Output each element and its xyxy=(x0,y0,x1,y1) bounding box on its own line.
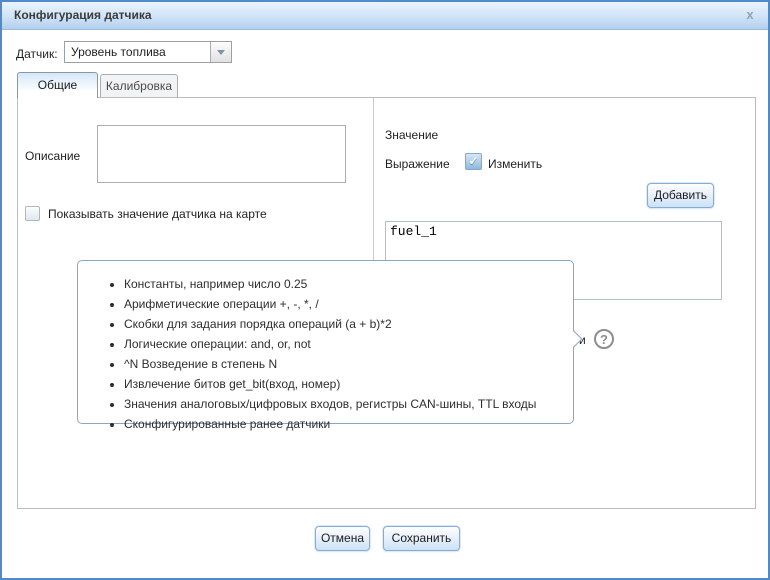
tooltip-item-list: Константы, например число 0.25 Арифметиче… xyxy=(78,261,573,444)
edit-checkbox[interactable]: ✓ xyxy=(465,153,482,170)
tooltip-item: ^N Возведение в степень N xyxy=(124,356,565,372)
save-button[interactable]: Сохранить xyxy=(383,526,460,551)
description-input[interactable] xyxy=(97,125,346,183)
tooltip-item: Сконфигурированные ранее датчики xyxy=(124,416,565,432)
chevron-down-icon xyxy=(217,50,225,55)
check-icon: ✓ xyxy=(466,154,481,169)
expression-label: Выражение xyxy=(385,157,450,171)
add-button[interactable]: Добавить xyxy=(647,183,714,208)
tab-calibration[interactable]: Калибровка xyxy=(100,74,178,98)
sensor-select-trigger[interactable] xyxy=(210,42,231,62)
help-icon[interactable]: ? xyxy=(594,329,614,349)
tooltip-item: Константы, например число 0.25 xyxy=(124,276,565,292)
tab-general[interactable]: Общие xyxy=(17,72,98,98)
sensor-config-dialog: Конфигурация датчика x Датчик: Уровень т… xyxy=(0,0,770,580)
edit-checkbox-label: Изменить xyxy=(488,157,542,171)
show-on-map-label: Показывать значение датчика на карте xyxy=(48,207,267,221)
tooltip-item: Значения аналоговых/цифровых входов, рег… xyxy=(124,396,565,412)
sensor-select-value: Уровень топлива xyxy=(71,42,207,62)
tooltip-item: Логические операции: and, or, not xyxy=(124,336,565,352)
sensor-select[interactable]: Уровень топлива xyxy=(64,41,232,63)
tab-calibration-label: Калибровка xyxy=(106,79,172,93)
dialog-titlebar: Конфигурация датчика x xyxy=(2,2,768,30)
tab-general-label: Общие xyxy=(38,78,77,92)
expression-help-tooltip: Константы, например число 0.25 Арифметиче… xyxy=(77,260,574,424)
value-label: Значение xyxy=(385,128,438,142)
cancel-button[interactable]: Отмена xyxy=(315,526,370,551)
description-label: Описание xyxy=(25,149,80,163)
tooltip-item: Скобки для задания порядка операций (a +… xyxy=(124,316,565,332)
dialog-title: Конфигурация датчика xyxy=(14,2,152,29)
close-icon[interactable]: x xyxy=(742,7,758,23)
sensor-label: Датчик: xyxy=(16,47,58,61)
tooltip-item: Извлечение битов get_bit(вход, номер) xyxy=(124,376,565,392)
show-on-map-checkbox[interactable] xyxy=(25,206,40,221)
tooltip-item: Арифметические операции +, -, *, / xyxy=(124,296,565,312)
